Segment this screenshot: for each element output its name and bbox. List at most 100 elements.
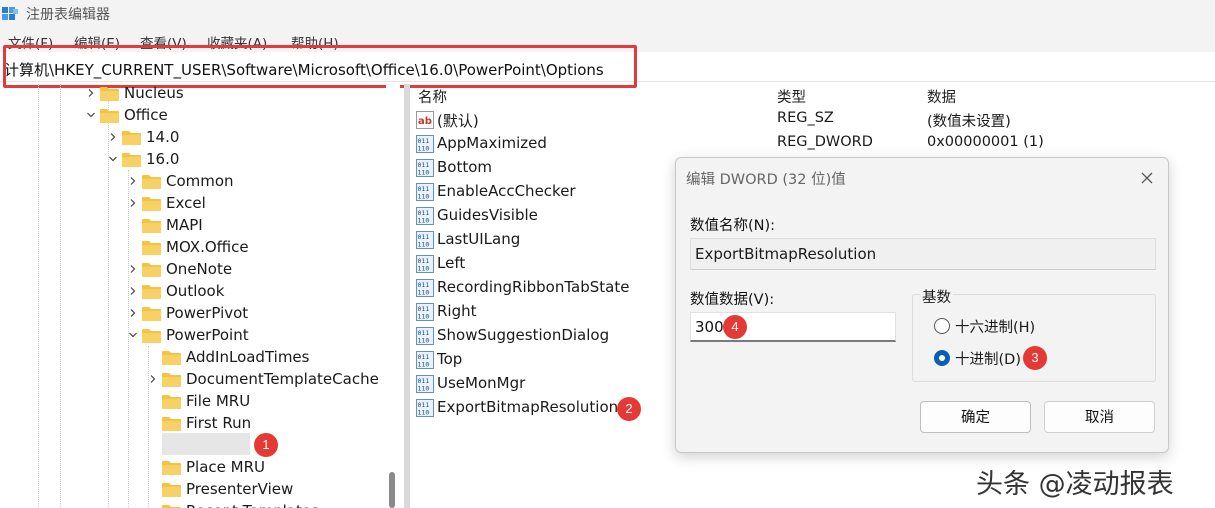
chevron-right-icon[interactable] [86, 88, 96, 98]
value-name: (默认) [437, 112, 479, 130]
value-row[interactable]: ab (默认) REG_SZ (数值未设置) [410, 108, 1170, 132]
tree-node[interactable]: DocumentTemplateCache [0, 369, 390, 391]
tree-node-label: PresenterView [186, 480, 294, 498]
tree-node-label: Outlook [166, 282, 225, 300]
folder-icon [162, 417, 181, 431]
value-name: RecordingRibbonTabState [437, 278, 630, 296]
folder-icon [122, 153, 141, 167]
value-name: Right [437, 302, 477, 320]
tree-node-label: PowerPivot [166, 304, 249, 322]
tree-node[interactable]: File MRU [0, 391, 390, 413]
chevron-down-icon[interactable] [128, 330, 138, 340]
svg-text:110: 110 [418, 361, 430, 369]
tree-node-label: OneNote [166, 260, 233, 278]
value-name: UseMonMgr [437, 374, 526, 392]
tree-node[interactable]: Common [0, 171, 390, 193]
tree-node[interactable]: AddInLoadTimes [0, 347, 390, 369]
edit-dword-dialog: 编辑 DWORD (32 位)值 数值名称(N): ExportBitmapRe… [675, 157, 1169, 453]
value-row[interactable]: 011 110 AppMaximized REG_DWORD 0x00000001 (1… [410, 132, 1170, 156]
folder-icon [142, 241, 161, 255]
folder-icon [162, 395, 181, 409]
tree-node-label: AddInLoadTimes [186, 348, 310, 366]
dword-value-icon: 011110 [416, 207, 434, 225]
value-name: ExportBitmapResolution [437, 398, 619, 416]
decimal-radio-label[interactable]: 十进制(D) [955, 348, 1021, 369]
column-header-type[interactable]: 类型 [777, 86, 806, 107]
folder-icon [142, 329, 161, 343]
tree-node[interactable]: PowerPivot [0, 303, 390, 325]
tree-node[interactable]: Outlook [0, 281, 390, 303]
dword-value-icon: 011110 [416, 279, 434, 297]
tree-node-label: Nucleus [124, 84, 184, 102]
tree-node[interactable]: Nucleus [0, 84, 390, 105]
svg-text:110: 110 [418, 409, 430, 417]
column-header-name[interactable]: 名称 [418, 86, 447, 107]
chevron-right-icon[interactable] [128, 198, 138, 208]
tree-node[interactable]: Recent Templates [0, 501, 390, 508]
cancel-button[interactable]: 取消 [1044, 401, 1155, 433]
dword-value-icon: 011110 [416, 255, 434, 273]
tree-node[interactable]: PresenterView [0, 479, 390, 501]
tree-node-label: Common [166, 172, 234, 190]
folder-icon [142, 285, 161, 299]
tree-node-label: File MRU [186, 392, 251, 410]
tree-node[interactable]: OneNote [0, 259, 390, 281]
folder-icon [100, 109, 119, 123]
close-icon[interactable] [1139, 170, 1155, 186]
ok-button[interactable]: 确定 [920, 401, 1031, 433]
dword-value-icon: 011110 [416, 351, 434, 369]
tree-node[interactable]: Place MRU [0, 457, 390, 479]
chevron-down-icon[interactable] [86, 110, 96, 120]
tree-node-label: DocumentTemplateCache [186, 370, 379, 388]
value-data: (数值未设置) [927, 114, 1011, 130]
tree-node[interactable]: Office [0, 105, 390, 127]
chevron-right-icon[interactable] [128, 308, 138, 318]
tree-scrollbar-thumb[interactable] [389, 472, 395, 508]
tree-node-label: 16.0 [146, 150, 180, 168]
chevron-down-icon[interactable] [108, 154, 118, 164]
chevron-right-icon[interactable] [108, 132, 118, 142]
tree-node-label: 14.0 [146, 128, 180, 146]
dword-value-icon: 011110 [416, 231, 434, 249]
chevron-right-icon[interactable] [128, 176, 138, 186]
chevron-right-icon[interactable] [128, 286, 138, 296]
dword-value-icon: 011110 [416, 183, 434, 201]
tree-node[interactable]: 14.0 [0, 127, 390, 149]
column-header-data[interactable]: 数据 [927, 86, 956, 107]
tree-node-label: Excel [166, 194, 206, 212]
svg-text:110: 110 [418, 265, 430, 273]
tree-node-label: Recent Templates [186, 502, 319, 508]
hex-radio[interactable] [934, 318, 950, 334]
svg-text:110: 110 [418, 193, 430, 201]
value-name: LastUILang [437, 230, 521, 248]
tree-node[interactable]: MOX.Office [0, 237, 390, 259]
chevron-right-icon[interactable] [128, 264, 138, 274]
value-name-text: ExportBitmapResolution [695, 245, 877, 263]
svg-text:ab: ab [418, 116, 432, 127]
folder-icon [142, 175, 161, 189]
tree-node[interactable]: First Run [0, 413, 390, 435]
value-name-label: 数值名称(N): [690, 218, 776, 234]
tree-node[interactable]: PowerPoint [0, 325, 390, 347]
dword-value-icon: 011110 [416, 303, 434, 321]
svg-text:110: 110 [418, 337, 430, 345]
tree-scrollbar[interactable] [386, 84, 400, 508]
hex-radio-label[interactable]: 十六进制(H) [955, 316, 1035, 337]
svg-text:110: 110 [418, 169, 430, 177]
value-type: REG_DWORD [777, 134, 873, 150]
chevron-right-icon[interactable] [148, 374, 158, 384]
tree-node[interactable]: 16.0 [0, 149, 390, 171]
value-name: AppMaximized [437, 134, 547, 152]
decimal-radio[interactable] [934, 350, 950, 366]
svg-text:110: 110 [418, 241, 430, 249]
tree-node[interactable]: Excel [0, 193, 390, 215]
tree-node-label: Office [124, 106, 168, 124]
dword-value-icon: 011110 [416, 159, 434, 177]
dword-value-icon: 011110 [416, 399, 434, 417]
dword-value-icon: 011110 [416, 375, 434, 393]
tree-node[interactable]: MAPI [0, 215, 390, 237]
value-name: GuidesVisible [437, 206, 538, 224]
folder-icon [162, 461, 181, 475]
dword-value-icon: 011110 [416, 135, 434, 153]
value-data-input[interactable] [690, 312, 896, 342]
